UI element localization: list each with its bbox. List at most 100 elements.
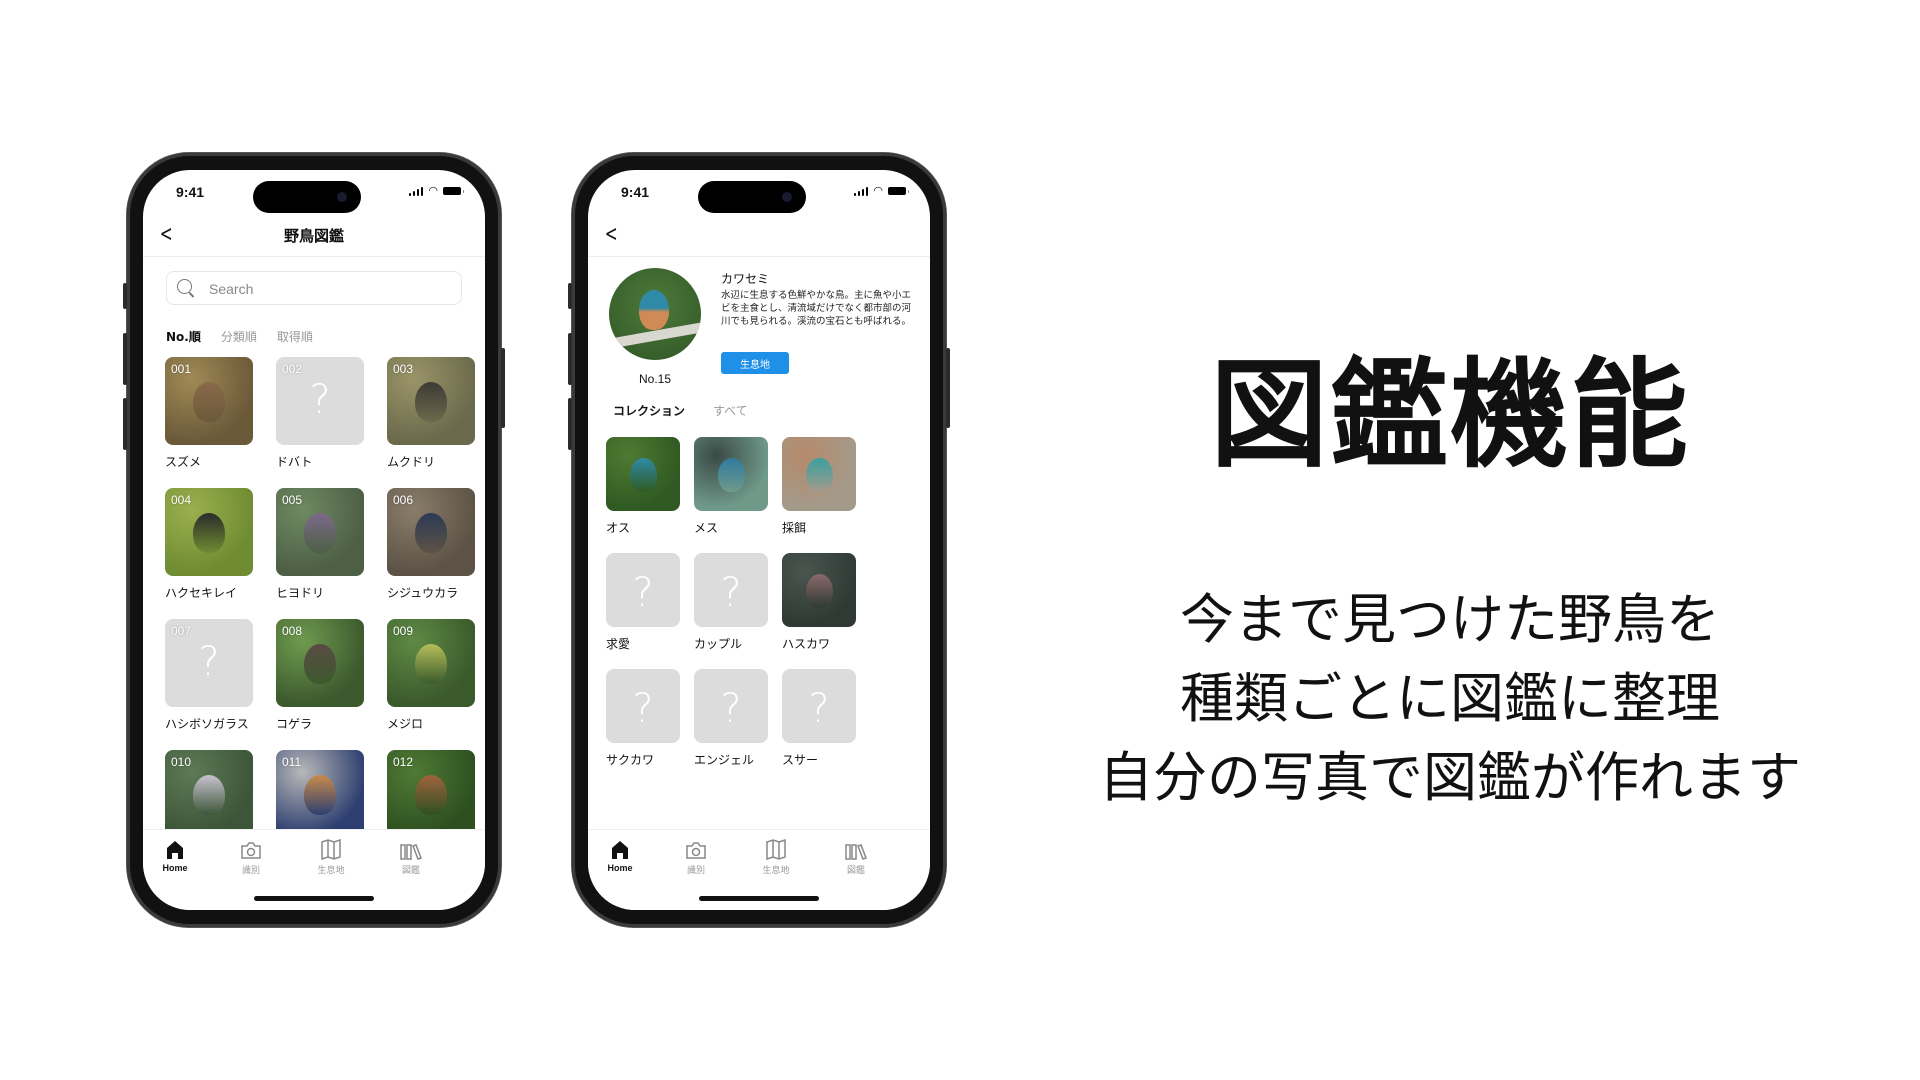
bird-photo: 005 — [276, 488, 364, 576]
bird-figure — [806, 458, 833, 492]
subtitle-line: 自分の写真で図鑑が作れます — [1099, 746, 1801, 809]
bird-name: スズメ — [165, 455, 202, 469]
bird-name: メジロ — [387, 717, 424, 731]
bird-figure — [304, 513, 336, 553]
tab-habitat[interactable]: 生息地 — [746, 838, 806, 876]
bird-grid: 001 スズメ ? 002 ドバト 003 ムクドリ 004 ハクセキレイ 005 ヒヨドリ 006 シ… — [165, 357, 475, 866]
tab-identify-label: 識別 — [686, 866, 705, 876]
home-icon — [612, 841, 628, 859]
home-indicator[interactable] — [699, 896, 819, 901]
habitat-button[interactable]: 生息地 — [721, 352, 789, 374]
grid-tile[interactable]: メス — [694, 437, 768, 539]
bird-figure — [193, 513, 225, 553]
books-icon — [845, 844, 867, 860]
search-input[interactable] — [207, 276, 451, 302]
grid-tile[interactable]: 006 シジュウカラ — [387, 488, 475, 604]
phone-power-button — [501, 348, 505, 428]
bird-photo — [782, 553, 856, 627]
tab-habitat-label: 生息地 — [762, 866, 790, 876]
grid-tile[interactable]: ? サクカワ — [606, 669, 680, 771]
unknown-placeholder: ? — [606, 669, 680, 743]
grid-tile[interactable]: 003 ムクドリ — [387, 357, 475, 473]
tab-encyclopedia[interactable]: 図鑑 — [381, 838, 441, 876]
tab-habitat[interactable]: 生息地 — [301, 838, 361, 876]
tab-encyclopedia[interactable]: 図鑑 — [826, 838, 886, 876]
variant-grid: オス メス 採餌? 求愛? カップル ハスカワ? サクカワ? エンジェル? スサー — [606, 437, 856, 771]
bird-name: サクカワ — [606, 753, 655, 767]
bird-number: 012 — [393, 755, 414, 769]
camera-icon — [686, 842, 706, 859]
species-name: カワセミ — [721, 272, 770, 286]
bird-number: 009 — [393, 624, 414, 638]
bird-photo — [606, 437, 680, 511]
status-icons: ◠ — [853, 184, 909, 197]
grid-tile[interactable]: ? エンジェル — [694, 669, 768, 771]
grid-tile[interactable]: ? カップル — [694, 553, 768, 655]
grid-tile[interactable]: ? 007 ハシボソガラス — [165, 619, 253, 735]
bird-figure — [415, 775, 447, 815]
bird-number: 008 — [282, 624, 303, 638]
tab-home[interactable]: Home — [590, 838, 650, 873]
species-photo[interactable] — [609, 268, 701, 360]
bird-photo: 010 — [165, 750, 253, 838]
home-icon — [167, 841, 183, 859]
bird-name: シジュウカラ — [387, 586, 459, 600]
species-number: No.15 — [638, 372, 672, 386]
grid-tile[interactable]: オス — [606, 437, 680, 539]
grid-tile[interactable]: 008 コゲラ — [276, 619, 364, 735]
grid-tile[interactable]: ? スサー — [782, 669, 856, 771]
bird-photo: 003 — [387, 357, 475, 445]
bird-number: 001 — [171, 362, 192, 376]
camera-dot — [337, 192, 347, 202]
status-time: 9:41 — [176, 184, 205, 200]
back-chevron-icon[interactable]: < — [605, 222, 618, 247]
signal-icon — [853, 186, 869, 196]
grid-tile[interactable]: 009 メジロ — [387, 619, 475, 735]
camera-dot — [782, 192, 792, 202]
phone-action-button — [123, 283, 127, 309]
nav-bar: < — [588, 216, 930, 257]
tab-home-label: Home — [162, 863, 188, 873]
search-field[interactable] — [166, 271, 462, 305]
bird-name: オス — [606, 521, 631, 535]
grid-tile[interactable]: 001 スズメ — [165, 357, 253, 473]
grid-tile[interactable]: ? 002 ドバト — [276, 357, 364, 473]
bird-name: ドバト — [276, 455, 313, 469]
unknown-placeholder: ? 002 — [276, 357, 364, 445]
bird-figure — [630, 458, 657, 492]
tab-home[interactable]: Home — [145, 838, 205, 873]
sort-tab-number[interactable]: No.順 — [166, 328, 201, 345]
bird-photo: 008 — [276, 619, 364, 707]
phone-frame-detail: 9:41 ◠ < No.15 カワセミ 水辺に生息する色鮮やかな鳥。主に魚や小エ… — [568, 153, 950, 927]
grid-tile[interactable]: 005 ヒヨドリ — [276, 488, 364, 604]
grid-tile[interactable]: 004 ハクセキレイ — [165, 488, 253, 604]
wifi-icon: ◠ — [873, 184, 883, 197]
tab-collection[interactable]: コレクション — [613, 402, 685, 419]
bird-photo: 012 — [387, 750, 475, 838]
tab-encyclopedia-label: 図鑑 — [846, 866, 865, 876]
bird-name: ハスカワ — [782, 637, 831, 651]
grid-tile[interactable]: ハスカワ — [782, 553, 856, 655]
battery-icon — [443, 187, 464, 195]
bird-photo — [782, 437, 856, 511]
tab-all[interactable]: すべて — [713, 402, 748, 419]
dynamic-island — [698, 181, 806, 213]
bird-name: ムクドリ — [387, 455, 436, 469]
map-icon — [766, 839, 786, 860]
grid-tile[interactable]: 採餌 — [782, 437, 856, 539]
phone-volume-up-button — [123, 333, 127, 385]
question-mark-icon: ? — [309, 377, 331, 423]
bird-name: エンジェル — [694, 753, 755, 767]
tab-identify[interactable]: 識別 — [666, 838, 726, 876]
question-mark-icon: ? — [808, 686, 830, 732]
bird-number: 006 — [393, 493, 414, 507]
bird-name: コゲラ — [276, 717, 313, 731]
bird-photo: 011 — [276, 750, 364, 838]
sort-tab-acquired[interactable]: 取得順 — [277, 328, 313, 345]
tab-identify[interactable]: 識別 — [221, 838, 281, 876]
tab-bar: Home 識別 生息地 図鑑 — [588, 829, 930, 910]
sort-tab-taxonomy[interactable]: 分類順 — [221, 328, 257, 345]
home-indicator[interactable] — [254, 896, 374, 901]
unknown-placeholder: ? 007 — [165, 619, 253, 707]
grid-tile[interactable]: ? 求愛 — [606, 553, 680, 655]
